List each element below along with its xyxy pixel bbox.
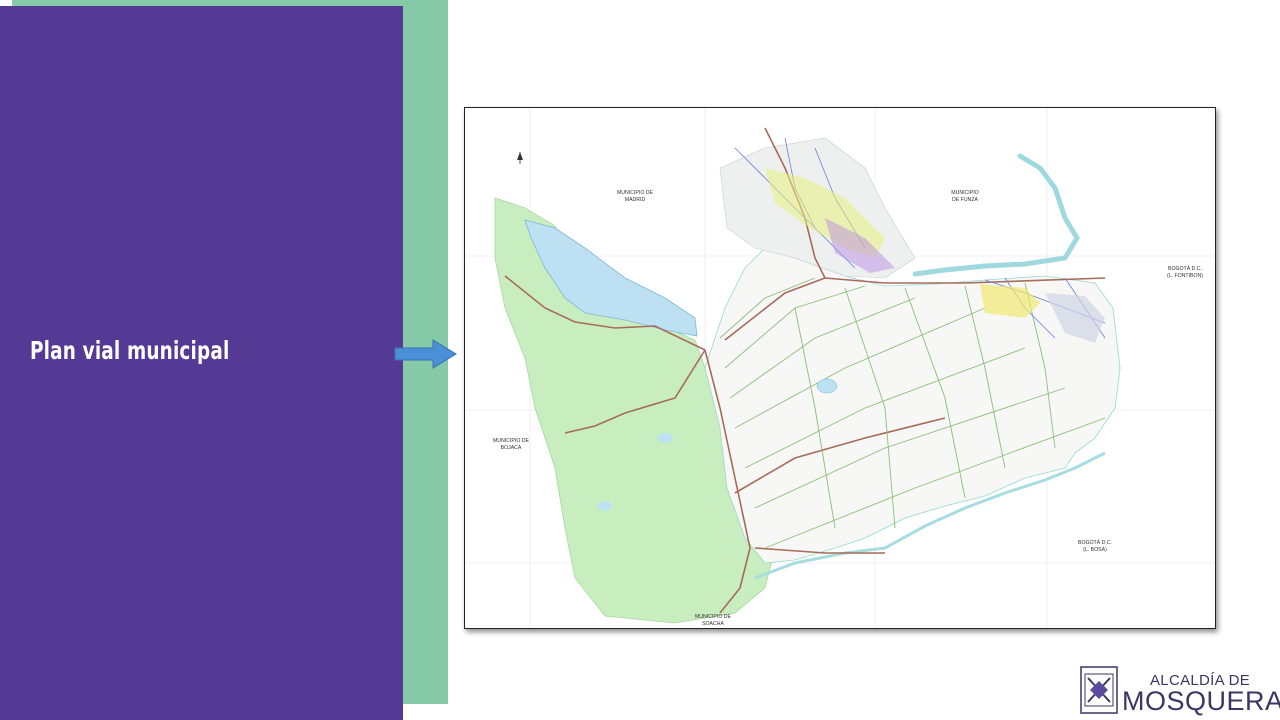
title-panel: Plan vial municipal [0, 6, 403, 720]
label-funza-1: MUNICIPIO [951, 190, 978, 196]
label-madrid-2: MADRID [625, 197, 646, 203]
label-funza-2: DE FUNZA [952, 197, 978, 203]
label-soacha-1: MUNICIPIO DE [695, 614, 732, 620]
municipality-logo: ALCALDÍA DE MOSQUERA [1078, 664, 1280, 716]
label-bogota-bosa-1: BOGOTÁ D.C. [1078, 539, 1112, 546]
label-bogota-fontibon-1: BOGOTÁ D.C. [1168, 265, 1202, 272]
label-bojaca-2: BOJACA [501, 445, 522, 451]
label-bogota-fontibon-2: (L. FONTIBON) [1167, 273, 1203, 279]
road-plan-map: MUNICIPIO DE MADRID MUNICIPIO DE FUNZA B… [464, 107, 1216, 629]
logo-text-mosquera: MOSQUERA [1122, 686, 1280, 716]
label-madrid-1: MUNICIPIO DE [617, 190, 654, 196]
mosquera-shield-icon [1080, 666, 1118, 714]
label-bogota-bosa-2: (L. BOSA) [1083, 547, 1107, 553]
label-bojaca-1: MUNICIPIO DE [493, 438, 530, 444]
label-soacha-2: SOACHA [702, 621, 724, 627]
map-drawing: MUNICIPIO DE MADRID MUNICIPIO DE FUNZA B… [465, 108, 1215, 628]
north-arrow-icon [517, 152, 523, 164]
right-arrow-icon [394, 339, 457, 369]
slide-title: Plan vial municipal [30, 336, 230, 365]
